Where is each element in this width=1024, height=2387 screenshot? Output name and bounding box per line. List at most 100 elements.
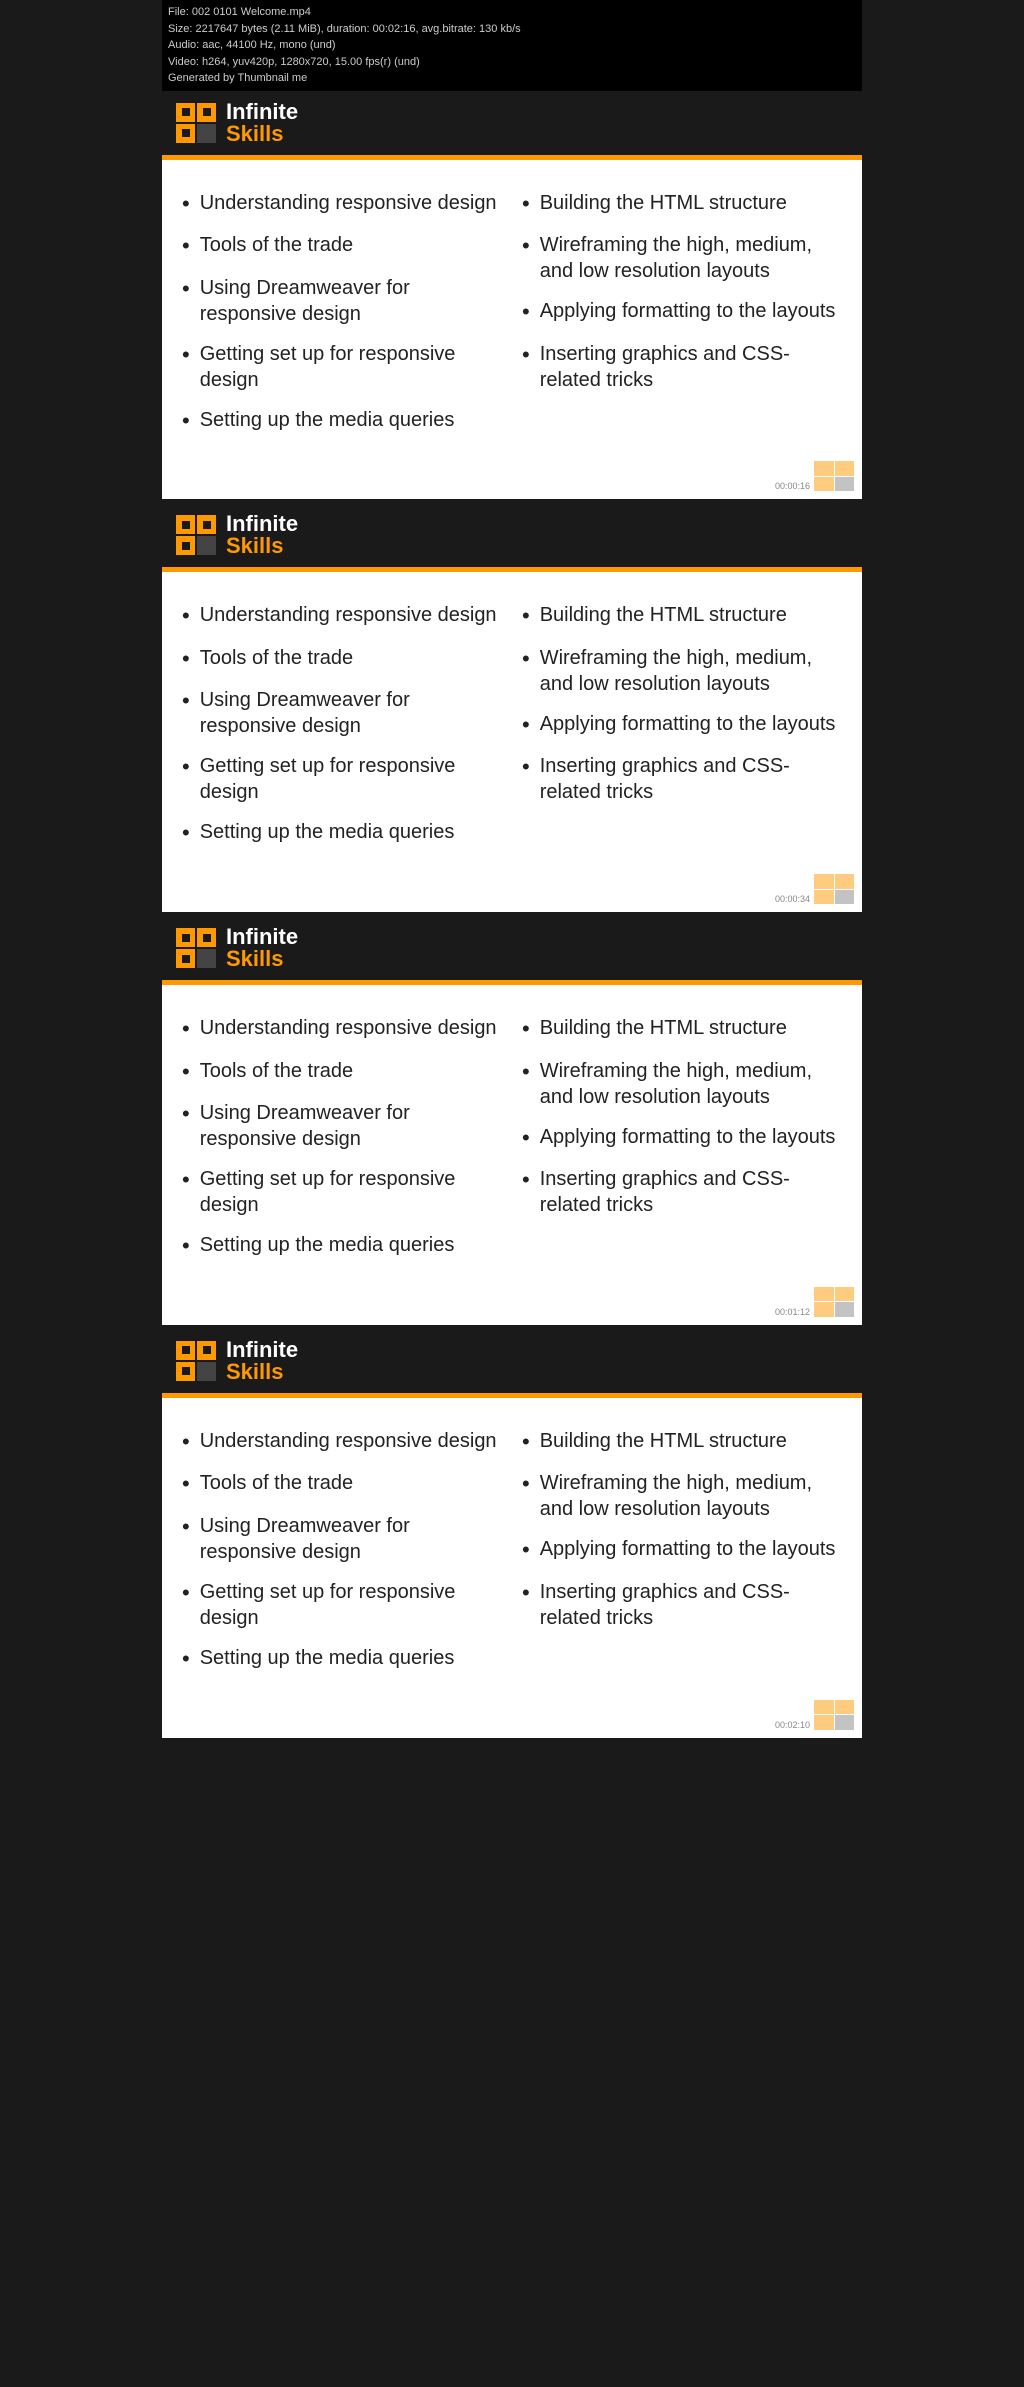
logo-square-tr xyxy=(197,1341,216,1360)
logo-square-tr xyxy=(197,928,216,947)
slide-header-2: Infinite Skills xyxy=(162,503,862,567)
right-item-1-2: Wireframing the high, medium, and low re… xyxy=(522,232,842,284)
logo-square-bl xyxy=(176,949,195,968)
left-col-1: Understanding responsive designTools of … xyxy=(182,190,502,450)
slide-content-1: Understanding responsive designTools of … xyxy=(162,160,862,500)
brand-sub: Skills xyxy=(226,535,298,557)
logo-square-bl xyxy=(176,1362,195,1381)
right-item-1-4: Inserting graphics and CSS-related trick… xyxy=(522,341,842,393)
logo-square-tl xyxy=(176,928,195,947)
logo-square-tl xyxy=(176,103,195,122)
left-item-2-2: Tools of the trade xyxy=(182,645,502,674)
watermark-3 xyxy=(814,1287,854,1317)
right-item-2-1: Building the HTML structure xyxy=(522,602,842,631)
file-info-line5: Generated by Thumbnail me xyxy=(168,70,856,87)
right-item-3-1: Building the HTML structure xyxy=(522,1015,842,1044)
right-item-3-3: Applying formatting to the layouts xyxy=(522,1124,842,1153)
logo-square-bl xyxy=(176,124,195,143)
left-list-3: Understanding responsive designTools of … xyxy=(182,1015,502,1261)
left-item-1-3: Using Dreamweaver for responsive design xyxy=(182,275,502,327)
right-item-3-2: Wireframing the high, medium, and low re… xyxy=(522,1058,842,1110)
right-list-2: Building the HTML structure Wireframing t… xyxy=(522,602,842,805)
logo-icon xyxy=(176,1341,216,1381)
left-item-2-4: Getting set up for responsive design xyxy=(182,753,502,805)
file-info-bar: File: 002 0101 Welcome.mp4 Size: 2217647… xyxy=(162,0,862,91)
logo-square-br xyxy=(197,1362,216,1381)
timestamp-1: 00:00:16 xyxy=(775,481,810,491)
slide-header-3: Infinite Skills xyxy=(162,916,862,980)
slide-3: Infinite Skills Understanding responsive… xyxy=(162,916,862,1325)
left-item-3-2: Tools of the trade xyxy=(182,1058,502,1087)
left-col-3: Understanding responsive designTools of … xyxy=(182,1015,502,1275)
right-list-1: Building the HTML structure Wireframing t… xyxy=(522,190,842,393)
left-item-1-4: Getting set up for responsive design xyxy=(182,341,502,393)
left-item-3-4: Getting set up for responsive design xyxy=(182,1166,502,1218)
left-item-4-1: Understanding responsive design xyxy=(182,1428,502,1457)
logo-icon xyxy=(176,515,216,555)
right-col-2: Building the HTML structure Wireframing t… xyxy=(522,602,842,862)
left-item-4-5: Setting up the media queries xyxy=(182,1645,502,1674)
left-list-4: Understanding responsive design Tools of … xyxy=(182,1428,502,1674)
slide-header-4: Infinite Skills xyxy=(162,1329,862,1393)
logo-square-tr xyxy=(197,103,216,122)
file-info-line1: File: 002 0101 Welcome.mp4 xyxy=(168,4,856,21)
right-col-1: Building the HTML structure Wireframing t… xyxy=(522,190,842,450)
brand-name: Infinite xyxy=(226,513,298,535)
file-info-line2: Size: 2217647 bytes (2.11 MiB), duration… xyxy=(168,21,856,38)
slide-1: Infinite Skills Understanding responsive… xyxy=(162,91,862,500)
right-item-4-4: Inserting graphics and CSS-related trick… xyxy=(522,1579,842,1631)
watermark-1 xyxy=(814,461,854,491)
logo-text: Infinite Skills xyxy=(226,101,298,145)
slide-4: Infinite Skills Understanding responsive… xyxy=(162,1329,862,1738)
left-item-1-5: Setting up the media queries xyxy=(182,407,502,436)
left-item-1-2: Tools of the trade xyxy=(182,232,502,261)
brand-name: Infinite xyxy=(226,926,298,948)
right-item-3-4: Inserting graphics and CSS-related trick… xyxy=(522,1166,842,1218)
slide-2: Infinite Skills Understanding responsive… xyxy=(162,503,862,912)
file-info-line4: Video: h264, yuv420p, 1280x720, 15.00 fp… xyxy=(168,54,856,71)
timestamp-2: 00:00:34 xyxy=(775,894,810,904)
left-col-4: Understanding responsive design Tools of … xyxy=(182,1428,502,1688)
right-item-2-3: Applying formatting to the layouts xyxy=(522,711,842,740)
file-info-line3: Audio: aac, 44100 Hz, mono (und) xyxy=(168,37,856,54)
timestamp-4: 00:02:10 xyxy=(775,1720,810,1730)
logo-text: Infinite Skills xyxy=(226,1339,298,1383)
logo-text: Infinite Skills xyxy=(226,926,298,970)
slide-content-2: Understanding responsive design Tools of … xyxy=(162,572,862,912)
left-item-2-5: Setting up the media queries xyxy=(182,819,502,848)
slide-header-1: Infinite Skills xyxy=(162,91,862,155)
left-item-3-5: Setting up the media queries xyxy=(182,1232,502,1261)
brand-name: Infinite xyxy=(226,101,298,123)
logo-icon xyxy=(176,928,216,968)
left-item-2-3: Using Dreamweaver for responsive design xyxy=(182,687,502,739)
right-list-4: Building the HTML structureWireframing t… xyxy=(522,1428,842,1631)
left-list-2: Understanding responsive design Tools of … xyxy=(182,602,502,848)
slide-content-3: Understanding responsive designTools of … xyxy=(162,985,862,1325)
right-item-4-1: Building the HTML structure xyxy=(522,1428,842,1457)
right-item-2-2: Wireframing the high, medium, and low re… xyxy=(522,645,842,697)
logo-square-br xyxy=(197,536,216,555)
watermark-2 xyxy=(814,874,854,904)
logo-text: Infinite Skills xyxy=(226,513,298,557)
watermark-4 xyxy=(814,1700,854,1730)
left-col-2: Understanding responsive design Tools of … xyxy=(182,602,502,862)
logo-square-br xyxy=(197,949,216,968)
left-item-4-4: Getting set up for responsive design xyxy=(182,1579,502,1631)
slide-content-4: Understanding responsive design Tools of … xyxy=(162,1398,862,1738)
timestamp-3: 00:01:12 xyxy=(775,1307,810,1317)
brand-sub: Skills xyxy=(226,1361,298,1383)
left-list-1: Understanding responsive designTools of … xyxy=(182,190,502,436)
right-col-3: Building the HTML structure Wireframing t… xyxy=(522,1015,842,1275)
left-item-4-3: Using Dreamweaver for responsive design xyxy=(182,1513,502,1565)
left-item-4-2: Tools of the trade xyxy=(182,1470,502,1499)
left-item-2-1: Understanding responsive design xyxy=(182,602,502,631)
logo-square-tl xyxy=(176,515,195,534)
right-item-1-3: Applying formatting to the layouts xyxy=(522,298,842,327)
right-item-2-4: Inserting graphics and CSS-related trick… xyxy=(522,753,842,805)
logo-icon xyxy=(176,103,216,143)
brand-sub: Skills xyxy=(226,948,298,970)
logo-square-br xyxy=(197,124,216,143)
brand-name: Infinite xyxy=(226,1339,298,1361)
left-item-3-3: Using Dreamweaver for responsive design xyxy=(182,1100,502,1152)
right-item-1-1: Building the HTML structure xyxy=(522,190,842,219)
